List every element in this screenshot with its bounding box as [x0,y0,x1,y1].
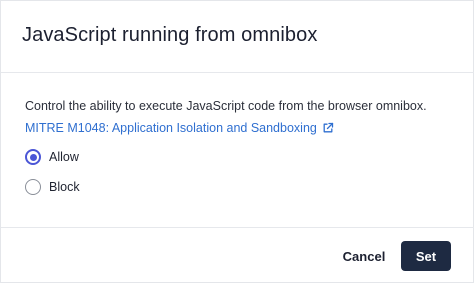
set-button[interactable]: Set [401,241,451,271]
radio-block[interactable] [25,179,41,195]
cancel-button[interactable]: Cancel [334,242,394,270]
external-link-icon [322,122,334,134]
dialog-description: Control the ability to execute JavaScrip… [25,99,427,113]
radio-option-allow[interactable]: Allow [25,149,79,165]
reference-link-label: MITRE M1048: Application Isolation and S… [25,121,317,135]
radio-block-label: Block [49,180,80,194]
radio-allow[interactable] [25,149,41,165]
footer-divider [1,227,474,228]
radio-allow-label: Allow [49,150,79,164]
mitre-reference-link[interactable]: MITRE M1048: Application Isolation and S… [25,121,334,135]
header-divider [1,72,474,73]
policy-dialog: JavaScript running from omnibox Control … [0,0,474,283]
dialog-title: JavaScript running from omnibox [22,24,318,46]
radio-option-block[interactable]: Block [25,179,80,195]
